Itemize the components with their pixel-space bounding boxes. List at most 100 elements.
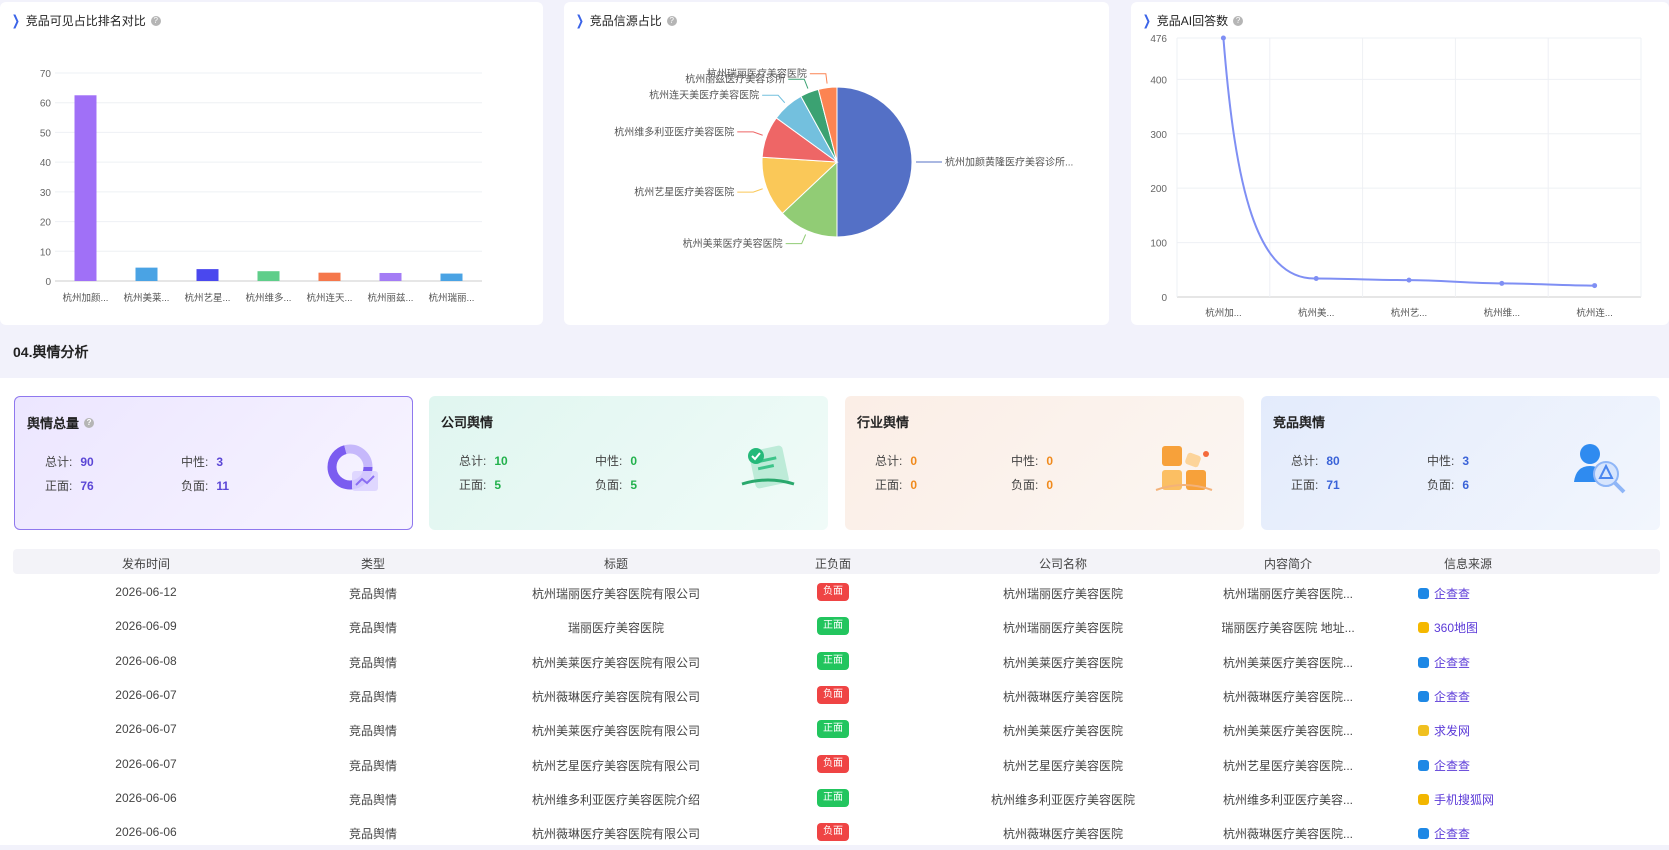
bar[interactable] — [74, 95, 97, 282]
bar[interactable] — [257, 271, 280, 281]
source-link[interactable]: 企查查 — [1434, 690, 1470, 704]
line-chart: 0 100 200 300 400 476 杭州加... 杭州美... 杭州艺... 杭州维...… — [1150, 34, 1642, 319]
cell-company: 杭州美莱医疗美容医院 — [1002, 655, 1123, 670]
cell-type: 竞品舆情 — [348, 655, 397, 670]
stat-value: 10 — [494, 454, 508, 468]
data-point[interactable] — [1499, 280, 1505, 286]
cell-sentiment: 负面 — [783, 823, 883, 842]
data-point[interactable] — [1406, 277, 1412, 283]
cell-source[interactable]: 企查查 — [1418, 585, 1538, 602]
table-row[interactable]: 2026-06-09 竞品舆情 瑞丽医疗美容医院 正面 杭州瑞丽医疗美容医院 瑞丽医疗美容… — [13, 610, 1660, 644]
sentiment-badge: 负面 — [817, 754, 849, 773]
source-link[interactable]: 企查查 — [1434, 759, 1470, 773]
cell-type: 竞品舆情 — [348, 587, 397, 601]
stat-value: 90 — [80, 455, 94, 469]
help-icon[interactable]: ? — [84, 417, 95, 428]
source-link[interactable]: 360地图 — [1434, 621, 1478, 635]
bar[interactable] — [318, 272, 341, 281]
table-row[interactable]: 2026-06-08 竞品舆情 杭州美莱医疗美容医院有限公司 正面 杭州美莱医疗美容医院… — [13, 645, 1660, 679]
data-point[interactable] — [1313, 276, 1319, 281]
table-row[interactable]: 2026-06-07 竞品舆情 杭州薇琳医疗美容医院有限公司 负面 杭州薇琳医疗美容医院… — [13, 679, 1660, 713]
bar-chart-card: ❯ 竞品可见占比排名对比 ? 0 10 20 30 40 50 60 70 杭州加颜... 杭州美… — [0, 2, 543, 325]
bar[interactable] — [379, 272, 402, 281]
cell-source[interactable]: 360地图 — [1418, 619, 1538, 636]
user-search-icon — [1574, 444, 1626, 494]
bar[interactable] — [135, 267, 158, 281]
column-header-summary[interactable]: 内容简介 — [1213, 555, 1363, 572]
table-row[interactable]: 2026-06-07 竞品舆情 杭州艺星医疗美容医院有限公司 负面 杭州艺星医疗美容医院… — [13, 748, 1660, 782]
series-line — [1222, 37, 1595, 287]
sentiment-badge: 正面 — [817, 720, 849, 739]
stat-label: 总计: — [1291, 454, 1319, 468]
stat-neutral: 中性: 0 — [595, 452, 637, 469]
source-link[interactable]: 企查查 — [1434, 587, 1470, 601]
y-tick-label: 30 — [40, 188, 52, 199]
cell-type: 竞品舆情 — [348, 724, 397, 739]
pie-label-line — [737, 188, 763, 193]
bar-chart: 0 10 20 30 40 50 60 70 杭州加颜... 杭州美莱... 杭州艺星... 杭州维多… — [40, 69, 482, 304]
cell-source[interactable]: 企查查 — [1418, 688, 1538, 705]
stat-card-competitor[interactable]: 竞品舆情 总计: 80 中性: 3 正面: 71 负面: 6 — [1261, 396, 1660, 530]
pie-label-line — [737, 131, 763, 136]
table-row[interactable]: 2026-06-07 竞品舆情 杭州美莱医疗美容医院有限公司 正面 杭州美莱医疗美容医院… — [13, 713, 1660, 747]
column-header-date[interactable]: 发布时间 — [91, 555, 201, 572]
source-link[interactable]: 求发网 — [1434, 724, 1470, 738]
cell-source[interactable]: 手机搜狐网 — [1418, 791, 1538, 808]
stat-total: 总计: 0 — [875, 452, 917, 469]
source-link[interactable]: 企查查 — [1434, 656, 1470, 670]
stat-value: 3 — [216, 455, 224, 469]
pie-chart-card: ❯ 竞品信源占比 ? 杭州加颜黄隆医疗美容诊所... 杭州美莱医疗美容医院 杭州艺星… — [564, 2, 1109, 325]
cell-summary: 杭州艺星医疗美容医院... — [1222, 758, 1353, 773]
stat-label: 负面: — [595, 478, 623, 492]
cell-source[interactable]: 企查查 — [1418, 825, 1538, 842]
data-point[interactable] — [1220, 35, 1226, 41]
y-tick-label: 300 — [1150, 130, 1167, 141]
x-tick-label: 杭州美... — [1298, 307, 1334, 319]
cell-company: 杭州维多利亚医疗美容医院 — [990, 792, 1135, 807]
pie-slice[interactable] — [836, 86, 913, 238]
cell-summary: 杭州薇琳医疗美容医院... — [1222, 827, 1353, 842]
pie-label-line — [788, 78, 809, 89]
cell-source[interactable]: 企查查 — [1418, 757, 1538, 774]
stat-card-industry[interactable]: 行业舆情 总计: 0 中性: 0 正面: 0 负面: 0 — [845, 396, 1244, 530]
cell-title: 杭州薇琳医疗美容医院有限公司 — [531, 827, 700, 842]
cell-sentiment: 负面 — [783, 583, 883, 601]
data-point[interactable] — [1592, 283, 1598, 289]
stat-title-text: 行业舆情 — [857, 415, 910, 430]
stat-value: 0 — [1046, 478, 1054, 492]
column-header-type[interactable]: 类型 — [323, 555, 423, 572]
stat-value: 0 — [910, 454, 918, 468]
cell-source[interactable]: 企查查 — [1418, 654, 1538, 671]
bar[interactable] — [440, 273, 463, 281]
y-tick-label: 50 — [40, 128, 52, 139]
cell-summary: 杭州维多利亚医疗美容... — [1222, 792, 1353, 807]
line-chart-card: ❯ 竞品AI回答数 ? 0 100 200 300 400 476 杭州加... 杭州美...… — [1131, 2, 1669, 325]
pie-slice-label: 杭州维多利亚医疗美容医院 — [614, 125, 734, 138]
y-tick-label: 20 — [40, 218, 52, 229]
stat-value: 76 — [80, 479, 94, 493]
table-row[interactable]: 2026-06-12 竞品舆情 杭州瑞丽医疗美容医院有限公司 负面 杭州瑞丽医疗美容医院… — [13, 576, 1660, 610]
cell-date: 2026-06-08 — [115, 653, 177, 668]
y-tick-label: 40 — [40, 158, 52, 169]
cell-source[interactable]: 求发网 — [1418, 722, 1538, 739]
source-link[interactable]: 企查查 — [1434, 827, 1470, 841]
pie-slice-label: 杭州连天美医疗美容医院 — [649, 89, 759, 102]
stat-card-total[interactable]: 舆情总量 ? 总计: 90 中性: 3 正面: 76 负面: 11 — [14, 396, 413, 530]
donut-chart-icon — [327, 444, 378, 491]
column-header-sentiment[interactable]: 正负面 — [783, 555, 883, 572]
x-tick-label: 杭州艺... — [1391, 307, 1427, 319]
x-tick-label: 杭州美莱... — [124, 292, 170, 304]
column-header-title[interactable]: 标题 — [491, 555, 741, 572]
sentiment-badge: 正面 — [817, 617, 849, 636]
source-link[interactable]: 手机搜狐网 — [1434, 793, 1494, 807]
column-header-company[interactable]: 公司名称 — [963, 555, 1163, 572]
stat-title-text: 公司舆情 — [441, 415, 494, 430]
cell-date: 2026-06-07 — [115, 756, 177, 771]
qcc-icon — [1418, 656, 1429, 668]
column-header-source[interactable]: 信息来源 — [1418, 555, 1518, 572]
table-row[interactable]: 2026-06-06 竞品舆情 杭州维多利亚医疗美容医院介绍 正面 杭州维多利亚医疗美容… — [13, 782, 1660, 816]
cell-date: 2026-06-07 — [115, 722, 177, 737]
stat-card-company[interactable]: 公司舆情 总计: 10 中性: 0 正面: 5 负面: 5 — [429, 396, 828, 530]
stat-value: 3 — [1462, 454, 1470, 468]
bar[interactable] — [196, 269, 219, 281]
